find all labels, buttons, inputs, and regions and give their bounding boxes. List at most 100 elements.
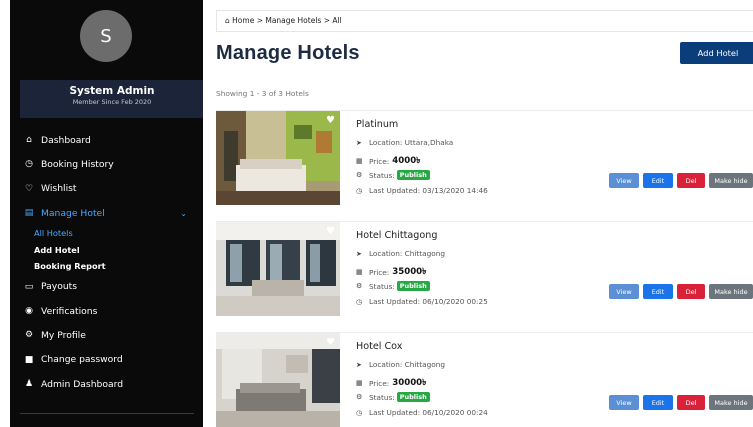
manage-hotel-submenu: All Hotels Add Hotel Booking Report: [10, 225, 203, 275]
status-badge: Publish: [396, 170, 430, 180]
hotel-details: Hotel Cox ➤ Location: Chittagong ▦ Price…: [356, 333, 753, 427]
clock-icon: ◷: [356, 297, 363, 306]
sidebar-divider: [20, 413, 194, 414]
heart-icon: ♡: [24, 183, 34, 194]
hotel-updated: ◷ Last Updated: 06/10/2020 00:25: [356, 297, 488, 306]
hotel-name[interactable]: Platinum: [356, 119, 398, 130]
status-badge: Publish: [396, 281, 430, 291]
sidebar-item-manage-hotel[interactable]: ▤ Manage Hotel ⌄: [10, 201, 203, 225]
view-button[interactable]: View: [609, 173, 639, 188]
lock-icon: ■: [24, 354, 34, 365]
hotel-actions: View Edit Del Make hide: [609, 284, 753, 299]
hotel-status: ⚙ Status: Publish: [356, 170, 430, 180]
sidebar-item-label: Change password: [41, 354, 123, 366]
edit-button[interactable]: Edit: [643, 395, 673, 410]
delete-button[interactable]: Del: [677, 173, 705, 188]
hotel-updated: ◷ Last Updated: 06/10/2020 00:24: [356, 408, 488, 417]
sidebar-item-dashboard[interactable]: ⌂ Dashboard: [10, 128, 203, 152]
building-icon: ▦: [356, 157, 363, 165]
hotel-location: ➤ Location: Chittagong: [356, 360, 445, 369]
home-icon[interactable]: ⌂: [225, 16, 230, 25]
gears-icon: ⚙: [356, 171, 363, 179]
hotel-image[interactable]: ♥: [216, 333, 340, 427]
edit-button[interactable]: Edit: [643, 284, 673, 299]
breadcrumb: ⌂ Home > Manage Hotels > All: [216, 10, 753, 32]
sidebar-item-label: Booking History: [41, 158, 114, 170]
clock-icon: ◷: [25, 159, 33, 170]
avatar[interactable]: S: [80, 10, 132, 62]
gears-icon: ⚙: [356, 393, 363, 401]
hotel-updated: ◷ Last Updated: 03/13/2020 14:46: [356, 186, 488, 195]
eye-icon: ◉: [25, 306, 33, 317]
sidebar-nav: ⌂ Dashboard ◷ Booking History ♡ Wishlist…: [10, 128, 203, 396]
results-count: Showing 1 - 3 of 3 Hotels: [216, 89, 309, 98]
building-icon: ▦: [356, 268, 363, 276]
hotel-image[interactable]: ♥: [216, 222, 340, 316]
sidebar-item-label: Wishlist: [41, 183, 77, 195]
user-icon: ♟: [24, 379, 34, 390]
user-name: System Admin: [69, 85, 155, 97]
make-hide-button[interactable]: Make hide: [709, 173, 753, 188]
delete-button[interactable]: Del: [677, 395, 705, 410]
hotel-status: ⚙ Status: Publish: [356, 281, 430, 291]
hotel-actions: View Edit Del Make hide: [609, 173, 753, 188]
make-hide-button[interactable]: Make hide: [709, 395, 753, 410]
avatar-area: S: [10, 0, 203, 80]
hotel-name[interactable]: Hotel Chittagong: [356, 230, 437, 241]
hotel-details: Hotel Chittagong ➤ Location: Chittagong …: [356, 222, 753, 316]
clock-icon: ◷: [356, 408, 363, 417]
location-arrow-icon: ➤: [356, 249, 362, 258]
gears-icon: ⚙: [356, 282, 363, 290]
building-icon: ▦: [356, 379, 363, 387]
hotel-name[interactable]: Hotel Cox: [356, 341, 402, 352]
status-badge: Publish: [396, 392, 430, 402]
sidebar-item-my-profile[interactable]: ⚙ My Profile: [10, 323, 203, 347]
hotel-details: Platinum ➤ Location: Uttara,Dhaka ▦ Pric…: [356, 111, 753, 205]
user-info: System Admin Member Since Feb 2020: [20, 80, 203, 118]
hotel-image[interactable]: ♥: [216, 111, 340, 205]
hotel-location: ➤ Location: Uttara,Dhaka: [356, 138, 454, 147]
heart-icon[interactable]: ♥: [326, 115, 335, 126]
sidebar-item-label: Verifications: [41, 305, 98, 317]
hotel-card: ♥ Hotel Cox ➤ Location: Chittagong ▦ Pri…: [216, 332, 753, 427]
edit-button[interactable]: Edit: [643, 173, 673, 188]
delete-button[interactable]: Del: [677, 284, 705, 299]
gear-icon: ⚙: [24, 330, 34, 341]
hotel-card: ♥ Hotel Chittagong ➤ Location: Chittagon…: [216, 221, 753, 316]
heart-icon[interactable]: ♥: [326, 226, 335, 237]
building-icon: ▤: [24, 208, 34, 219]
sidebar-item-verifications[interactable]: ◉ Verifications: [10, 299, 203, 323]
sidebar: S System Admin Member Since Feb 2020 ⌂ D…: [10, 0, 203, 427]
sidebar-subitem-all-hotels[interactable]: All Hotels: [34, 225, 203, 242]
clock-icon: ◷: [356, 186, 363, 195]
hotel-price: ▦ Price: 30000৳: [356, 378, 427, 388]
member-since: Member Since Feb 2020: [72, 98, 152, 106]
sidebar-subitem-add-hotel[interactable]: Add Hotel: [34, 242, 203, 259]
card-icon: ▭: [24, 281, 34, 292]
view-button[interactable]: View: [609, 395, 639, 410]
make-hide-button[interactable]: Make hide: [709, 284, 753, 299]
sidebar-item-change-password[interactable]: ■ Change password: [10, 348, 203, 372]
sidebar-item-label: Dashboard: [41, 134, 91, 146]
add-hotel-button[interactable]: Add Hotel: [680, 42, 753, 64]
heart-icon[interactable]: ♥: [326, 337, 335, 348]
location-arrow-icon: ➤: [356, 360, 362, 369]
sidebar-item-label: My Profile: [41, 329, 86, 341]
page-title: Manage Hotels: [216, 42, 360, 64]
sidebar-item-wishlist[interactable]: ♡ Wishlist: [10, 177, 203, 201]
sidebar-item-label: Admin Dashboard: [41, 378, 124, 390]
sidebar-subitem-booking-report[interactable]: Booking Report: [34, 258, 203, 275]
location-arrow-icon: ➤: [356, 138, 362, 147]
breadcrumb-text[interactable]: Home > Manage Hotels > All: [232, 16, 342, 25]
hotel-price: ▦ Price: 4000৳: [356, 156, 421, 166]
view-button[interactable]: View: [609, 284, 639, 299]
hotel-card: ♥ Platinum ➤ Location: Uttara,Dhaka ▦ Pr…: [216, 110, 753, 205]
hotel-location: ➤ Location: Chittagong: [356, 249, 445, 258]
sidebar-item-booking-history[interactable]: ◷ Booking History: [10, 152, 203, 176]
sidebar-item-admin-dashboard[interactable]: ♟ Admin Dashboard: [10, 372, 203, 396]
hotel-status: ⚙ Status: Publish: [356, 392, 430, 402]
sidebar-item-label: Payouts: [41, 281, 78, 293]
home-icon: ⌂: [26, 135, 32, 146]
hotel-actions: View Edit Del Make hide: [609, 395, 753, 410]
sidebar-item-payouts[interactable]: ▭ Payouts: [10, 275, 203, 299]
